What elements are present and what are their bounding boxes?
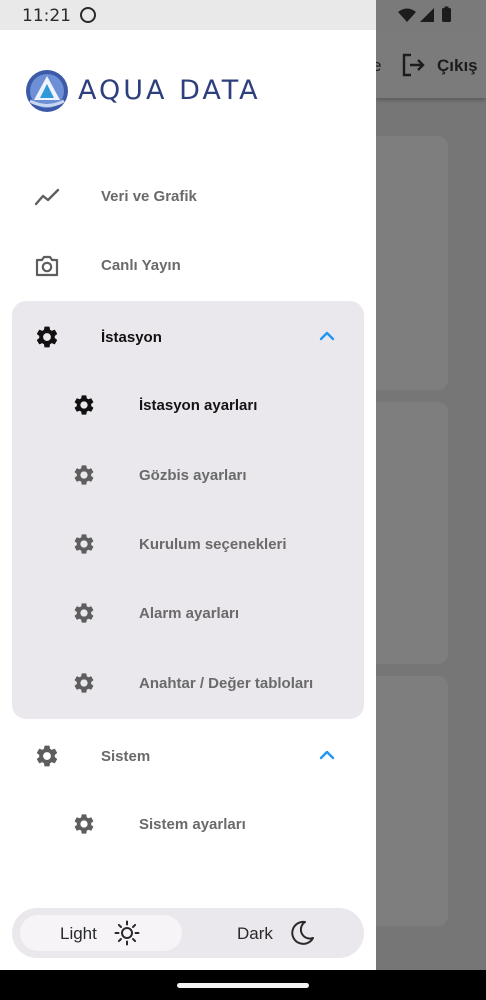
- logo-wordmark: AQUA DATA: [78, 75, 261, 106]
- battery-icon: [442, 6, 451, 22]
- sub-item-label: İstasyon ayarları: [139, 397, 258, 414]
- gear-icon: [74, 814, 94, 834]
- navigation-drawer: AQUA DATA Veri ve Grafik Canlı Yayın İst…: [0, 30, 376, 970]
- nav-item-label: Veri ve Grafik: [101, 188, 197, 205]
- group-istasyon: İstasyon İstasyon ayarları Gözbis ayarla…: [12, 301, 364, 719]
- chevron-up-icon[interactable]: [318, 329, 336, 343]
- theme-light-option[interactable]: Light: [20, 915, 182, 951]
- chevron-up-icon[interactable]: [318, 748, 336, 762]
- group-istasyon-label: İstasyon: [101, 329, 162, 346]
- theme-light-label: Light: [60, 924, 97, 943]
- gear-icon: [74, 603, 94, 623]
- group-sistem-header[interactable]: Sistem: [12, 720, 364, 790]
- gear-icon: [36, 745, 58, 767]
- chart-line-icon: [34, 188, 60, 206]
- sub-item-label: Alarm ayarları: [139, 605, 240, 622]
- sub-item-label: Sistem ayarları: [139, 816, 246, 833]
- gear-icon: [74, 534, 94, 554]
- logout-label[interactable]: Çıkış: [437, 56, 478, 76]
- group-istasyon-header[interactable]: İstasyon: [12, 301, 364, 371]
- sub-item-label: Kurulum seçenekleri: [139, 536, 287, 553]
- background-app-scrim[interactable]: e Çıkış: [376, 30, 486, 970]
- system-navigation-bar: [0, 970, 486, 1000]
- sub-item-gozbis-ayarlari[interactable]: Gözbis ayarları: [12, 446, 364, 506]
- camera-icon: [35, 255, 59, 277]
- background-card: [376, 676, 448, 926]
- theme-dark-label: Dark: [237, 924, 273, 943]
- aqua-data-logo: AQUA DATA: [24, 68, 264, 114]
- background-app-bar: e Çıkış: [376, 30, 486, 98]
- gear-icon: [74, 673, 94, 693]
- wifi-icon: [398, 8, 416, 22]
- logout-icon[interactable]: [400, 52, 426, 78]
- gear-icon: [36, 326, 58, 348]
- group-sistem: Sistem Sistem ayarları: [12, 720, 364, 860]
- aqua-data-logo-icon: [26, 70, 68, 112]
- gear-icon: [74, 465, 94, 485]
- sub-item-sistem-ayarlari[interactable]: Sistem ayarları: [12, 795, 364, 855]
- status-bar: 11:21: [0, 0, 486, 30]
- background-card: [376, 402, 448, 664]
- system-status-icons: [398, 6, 451, 22]
- background-card: [376, 136, 448, 390]
- sub-item-label: Gözbis ayarları: [139, 467, 247, 484]
- status-time: 11:21: [22, 6, 71, 26]
- gear-icon: [74, 395, 94, 415]
- nav-item-label: Canlı Yayın: [101, 257, 181, 274]
- moon-icon: [291, 920, 314, 945]
- group-sistem-label: Sistem: [101, 748, 151, 765]
- sub-item-anahtar-deger-tablolari[interactable]: Anahtar / Değer tabloları: [12, 654, 364, 714]
- nav-item-canli-yayin[interactable]: Canlı Yayın: [0, 236, 376, 296]
- home-gesture-handle[interactable]: [177, 983, 309, 988]
- theme-toggle: Light Dark: [12, 908, 364, 958]
- app-notification-icon: [80, 7, 96, 23]
- sub-item-istasyon-ayarlari[interactable]: İstasyon ayarları: [12, 376, 364, 436]
- sun-icon: [114, 920, 140, 946]
- background-title-fragment: e: [376, 56, 382, 75]
- sub-item-alarm-ayarlari[interactable]: Alarm ayarları: [12, 584, 364, 644]
- sub-item-label: Anahtar / Değer tabloları: [139, 675, 314, 692]
- sub-item-kurulum-secenekleri[interactable]: Kurulum seçenekleri: [12, 515, 364, 575]
- nav-item-veri-ve-grafik[interactable]: Veri ve Grafik: [0, 167, 376, 227]
- signal-icon: [420, 8, 434, 22]
